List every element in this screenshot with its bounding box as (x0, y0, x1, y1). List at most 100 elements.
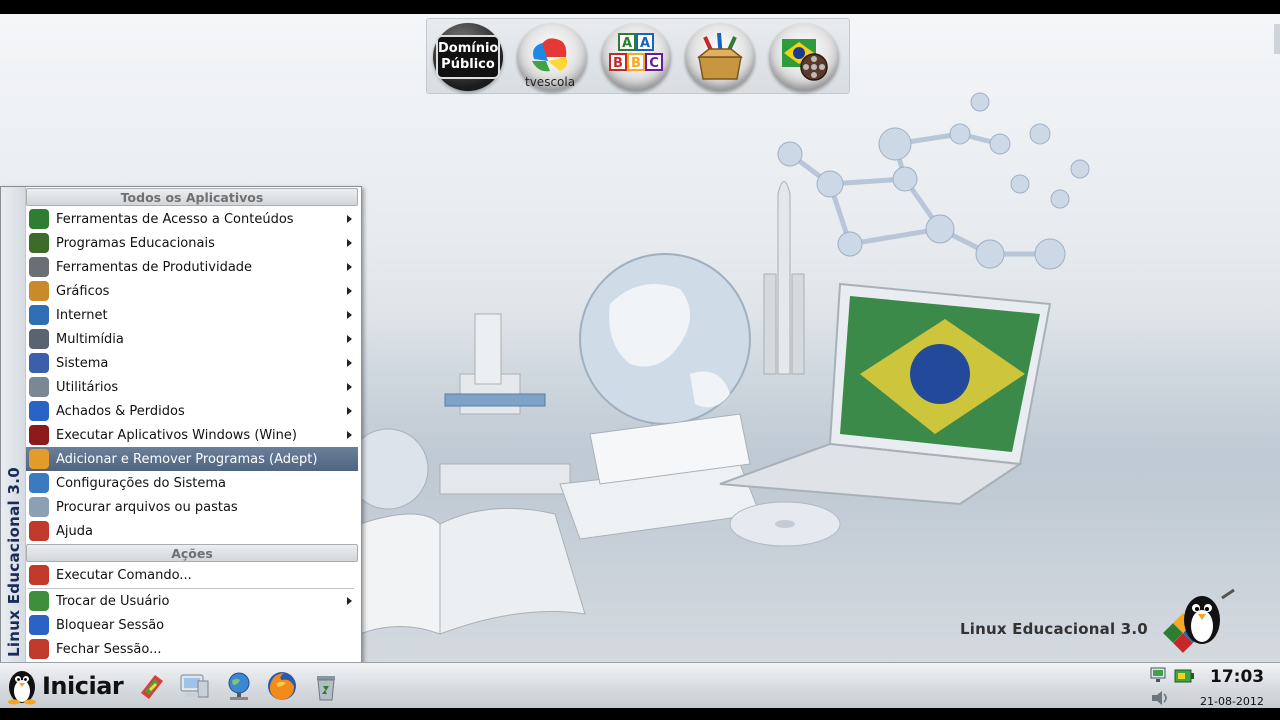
menu-item-label: Configurações do Sistema (56, 475, 226, 491)
menu-item-label: Ferramentas de Acesso a Conteúdos (56, 211, 294, 227)
submenu-arrow-icon (347, 215, 352, 223)
taskbar-paint-app[interactable] (134, 668, 170, 704)
menu-item-lock[interactable]: Bloquear Sessão (26, 613, 358, 637)
menu-item-question[interactable]: Achados & Perdidos (26, 399, 358, 423)
taskbar-clock[interactable]: 17:03 (1210, 667, 1264, 687)
scroll-edge (1274, 24, 1280, 54)
network-monitor-icon[interactable] (1150, 667, 1172, 685)
mec-icon (29, 209, 49, 229)
video-letterbox-top (0, 0, 1280, 14)
menu-item-label: Programas Educacionais (56, 235, 215, 251)
svg-text:A: A (622, 36, 632, 51)
submenu-arrow-icon (347, 311, 352, 319)
submenu-arrow-icon (347, 597, 352, 605)
question-icon (29, 401, 49, 421)
svg-text:A: A (640, 36, 650, 51)
submenu-arrow-icon (347, 335, 352, 343)
submenu-arrow-icon (347, 263, 352, 271)
tux-start-icon (8, 671, 36, 705)
cd-decoration (729, 501, 841, 547)
dominio-line1: Domínio (438, 41, 499, 56)
menu-item-label: Gráficos (56, 283, 110, 299)
menu-item-find[interactable]: Procurar arquivos ou pastas (26, 495, 358, 519)
system-icon (29, 353, 49, 373)
menu-item-typewriter[interactable]: Ferramentas de Produtividade (26, 255, 358, 279)
volume-speaker-icon[interactable] (1150, 689, 1172, 707)
menu-item-system[interactable]: Sistema (26, 351, 358, 375)
menu-item-user[interactable]: Trocar de Usuário (26, 589, 358, 613)
menu-item-globe[interactable]: Internet (26, 303, 358, 327)
all-apps-header: Todos os Aplicativos (26, 188, 358, 206)
menu-item-wine[interactable]: Executar Aplicativos Windows (Wine) (26, 423, 358, 447)
typewriter-icon (29, 257, 49, 277)
run-icon (29, 565, 49, 585)
taskbar-network-app[interactable] (221, 668, 257, 704)
start-menu-button[interactable]: Iniciar (0, 663, 132, 709)
menu-item-speaker[interactable]: Multimídia (26, 327, 358, 351)
power-icon (29, 639, 49, 659)
actions-header: Ações (26, 544, 358, 562)
menu-item-chalkboard[interactable]: Programas Educacionais (26, 231, 358, 255)
menu-item-label: Procurar arquivos ou pastas (56, 499, 238, 515)
svg-text:B: B (613, 56, 623, 71)
tools-icon (29, 377, 49, 397)
battery-status-icon[interactable] (1174, 667, 1196, 685)
menu-item-tools[interactable]: Utilitários (26, 375, 358, 399)
menu-item-lifebuoy[interactable]: Ajuda (26, 519, 358, 543)
lock-icon (29, 615, 49, 635)
start-menu: Linux Educacional 3.0 Todos os Aplicativ… (0, 186, 362, 664)
molecule-atoms (777, 92, 1090, 270)
menu-item-label: Trocar de Usuário (56, 593, 170, 609)
taskbar-computer-app[interactable] (176, 668, 212, 704)
menu-item-label: Utilitários (56, 379, 119, 395)
find-icon (29, 497, 49, 517)
menu-item-label: Internet (56, 307, 108, 323)
palette-icon (29, 281, 49, 301)
menu-item-power[interactable]: Fechar Sessão... (26, 637, 358, 661)
menu-item-palette[interactable]: Gráficos (26, 279, 358, 303)
network-globe-icon (228, 672, 250, 700)
dominio-publico-logo: Domínio Público (436, 35, 500, 79)
globe-icon (29, 305, 49, 325)
start-label: Iniciar (42, 672, 124, 700)
paint-brush-icon (141, 675, 163, 699)
microscope-decoration (439, 313, 571, 495)
user-icon (29, 591, 49, 611)
adept-icon (29, 449, 49, 469)
lifebuoy-icon (29, 521, 49, 541)
notebook-decoration (559, 413, 761, 540)
firefox-icon (268, 672, 296, 700)
submenu-arrow-icon (347, 287, 352, 295)
menu-item-label: Bloquear Sessão (56, 617, 165, 633)
taskbar: Iniciar 17:03 21-08-2012 (0, 662, 1280, 709)
taskbar-date: 21-08-2012 (1200, 695, 1264, 708)
menu-item-label: Executar Aplicativos Windows (Wine) (56, 427, 297, 443)
dominio-line2: Público (441, 57, 495, 72)
taskbar-firefox-app[interactable] (264, 668, 300, 704)
submenu-arrow-icon (347, 407, 352, 415)
menu-item-label: Adicionar e Remover Programas (Adept) (56, 451, 318, 467)
taskbar-trash-app[interactable] (308, 668, 344, 704)
menu-item-label: Sistema (56, 355, 109, 371)
submenu-arrow-icon (347, 359, 352, 367)
linux-educacional-tux-logo (1163, 588, 1235, 653)
rocket-decoration (763, 181, 805, 375)
submenu-arrow-icon (347, 383, 352, 391)
educational-scene-illustration (360, 92, 1090, 635)
menu-item-run[interactable]: Executar Comando... (26, 563, 358, 587)
submenu-arrow-icon (347, 239, 352, 247)
menu-item-label: Achados & Perdidos (56, 403, 185, 419)
menu-item-label: Ajuda (56, 523, 93, 539)
menu-item-mec[interactable]: Ferramentas de Acesso a Conteúdos (26, 207, 358, 231)
svg-text:B: B (631, 56, 641, 71)
video-letterbox-bottom (0, 708, 1280, 720)
menu-item-settings[interactable]: Configurações do Sistema (26, 471, 358, 495)
open-book-decoration (360, 507, 586, 635)
menu-item-adept[interactable]: Adicionar e Remover Programas (Adept) (26, 447, 358, 471)
svg-text:C: C (649, 56, 659, 71)
computer-icon (180, 674, 209, 698)
start-menu-side-title: Linux Educacional 3.0 (5, 466, 23, 657)
wine-icon (29, 425, 49, 445)
menu-item-label: Fechar Sessão... (56, 641, 162, 657)
soccer-ball-decoration (360, 428, 429, 510)
